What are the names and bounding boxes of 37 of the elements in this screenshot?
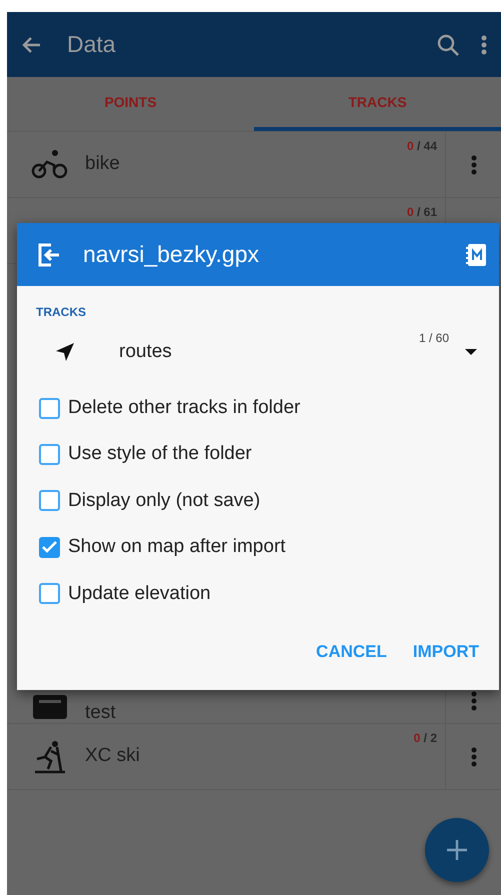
option-label: Use style of the folder bbox=[68, 442, 252, 466]
checkbox[interactable] bbox=[39, 583, 60, 604]
item-count: 0 / 2 bbox=[414, 730, 437, 747]
back-arrow-icon[interactable] bbox=[21, 36, 41, 54]
section-label: TRACKS bbox=[35, 304, 87, 321]
plus-icon bbox=[446, 839, 468, 861]
screen-title: Data bbox=[67, 30, 117, 60]
import-button[interactable]: IMPORT bbox=[406, 634, 485, 668]
folder-dropdown[interactable]: routes 1 / 60 bbox=[17, 321, 499, 377]
folder-name: test bbox=[85, 701, 116, 726]
checkbox[interactable] bbox=[39, 444, 60, 466]
folder-name: XC ski bbox=[85, 744, 140, 768]
folder-name: bike bbox=[85, 152, 120, 176]
checkbox[interactable] bbox=[39, 398, 60, 419]
more-options-icon bbox=[470, 746, 476, 766]
add-button[interactable] bbox=[425, 818, 489, 882]
tab[interactable]: TRACKS bbox=[254, 77, 501, 131]
tab[interactable]: POINTS bbox=[7, 77, 254, 131]
more-options-icon bbox=[470, 154, 476, 174]
dialog-title: navrsi_bezky.gpx bbox=[83, 240, 260, 270]
option-label: Delete other tracks in folder bbox=[68, 396, 300, 420]
option-label: Show on map after import bbox=[68, 535, 286, 560]
caret-icon bbox=[465, 349, 477, 355]
item-count: 0 / 61 bbox=[406, 204, 437, 221]
checkbox[interactable] bbox=[39, 490, 60, 512]
item-count: 0 / 44 bbox=[406, 138, 437, 155]
map-book-icon[interactable] bbox=[465, 242, 487, 266]
checkbox[interactable] bbox=[39, 536, 60, 558]
option-label: Display only (not save) bbox=[68, 488, 260, 513]
option-label: Update elevation bbox=[68, 582, 211, 606]
track-count: 1 / 60 bbox=[418, 330, 449, 347]
import-icon bbox=[37, 242, 61, 266]
search-icon[interactable] bbox=[437, 34, 459, 56]
more-options-icon bbox=[470, 691, 476, 711]
more-options-icon[interactable] bbox=[481, 34, 487, 54]
navigation-arrow-icon bbox=[55, 342, 75, 362]
cancel-button[interactable]: CANCEL bbox=[310, 634, 393, 668]
